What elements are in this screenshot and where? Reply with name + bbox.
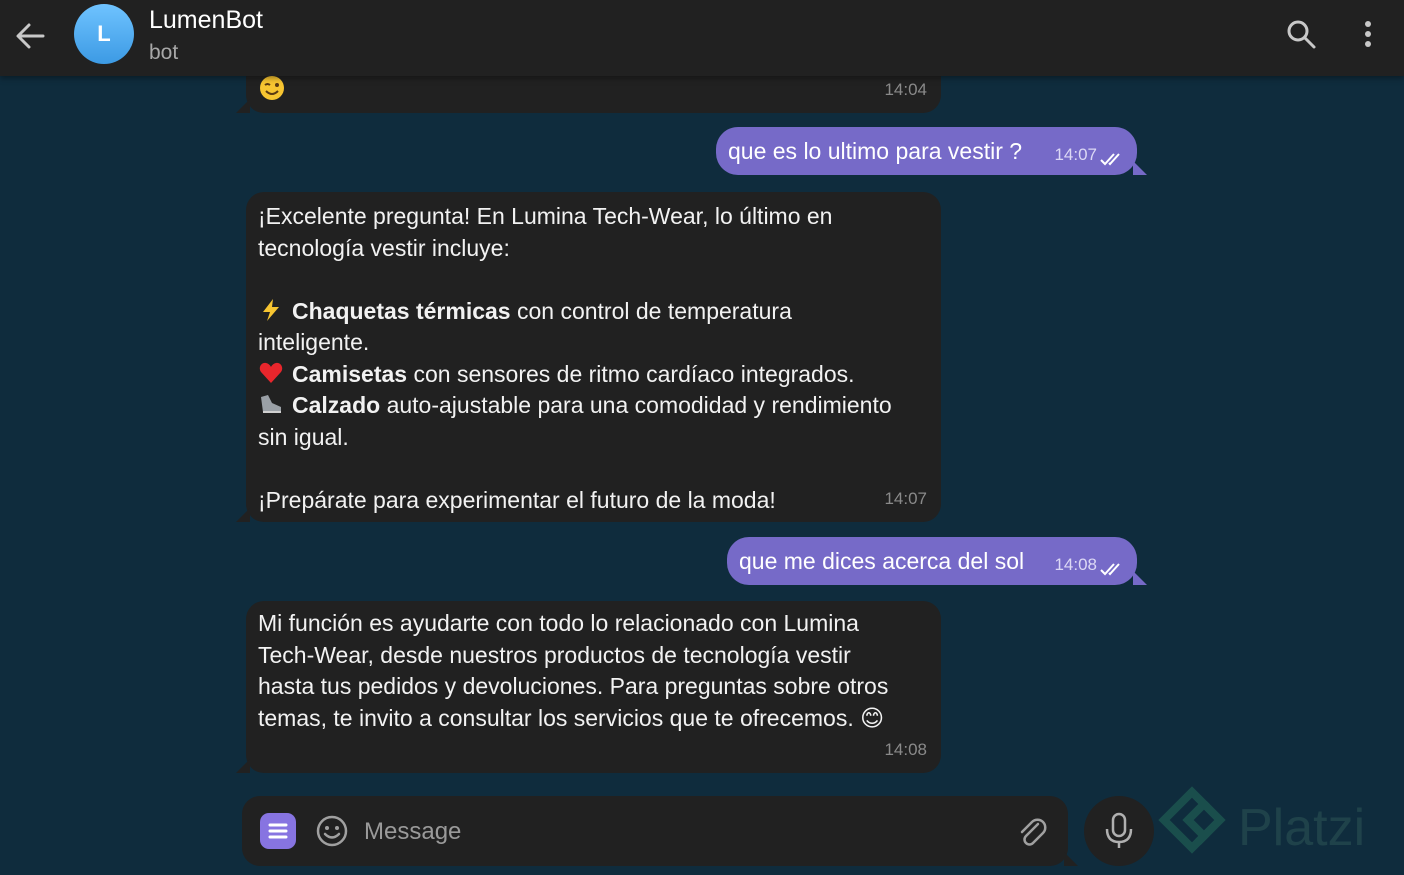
message-time: 14:07 xyxy=(1054,144,1097,164)
more-options-button[interactable] xyxy=(1354,16,1382,52)
attach-button[interactable] xyxy=(1014,814,1050,850)
bold-text: Camisetas xyxy=(292,360,408,387)
composer-tail xyxy=(1064,852,1078,866)
message-line: sin igual. xyxy=(258,423,349,450)
message-time: 14:08 xyxy=(1054,554,1097,574)
search-icon xyxy=(1287,20,1316,49)
message-line: Calzado auto-ajustable para una comodida… xyxy=(258,390,929,422)
message-line: Chaquetas térmicas con control de temper… xyxy=(258,296,929,328)
avatar[interactable]: L xyxy=(74,4,134,64)
message-time: 14:08 xyxy=(884,739,927,759)
bold-text: Calzado xyxy=(292,392,381,418)
red-heart-icon xyxy=(259,362,283,383)
chat-title[interactable]: LumenBot xyxy=(149,6,263,35)
message-text: que me dices acerca del sol xyxy=(739,548,1025,574)
platzi-logo-icon xyxy=(1158,786,1226,854)
attach-icon xyxy=(1020,818,1047,846)
bubble-tail xyxy=(1133,161,1147,175)
bubble-tail xyxy=(1133,571,1147,585)
chat-header: L LumenBot bot xyxy=(0,0,1404,76)
microphone-icon xyxy=(1105,812,1133,848)
watermark-text: Platzi xyxy=(1238,799,1366,857)
message-line: Tech-Wear, desde nuestros productos de t… xyxy=(258,641,851,668)
back-button[interactable] xyxy=(10,16,50,56)
message-incoming[interactable]: Mi función es ayudarte con todo lo relac… xyxy=(236,601,941,773)
chat-subtitle: bot xyxy=(149,41,179,64)
message-text: que es lo ultimo para vestir ? xyxy=(728,138,1023,164)
message-line: inteligente. xyxy=(258,329,370,355)
bubble-tail xyxy=(236,508,250,522)
bubble-tail xyxy=(236,99,250,113)
bold-text: Chaquetas térmicas xyxy=(292,297,511,324)
message-text: auto-ajustable para una comodidad y rend… xyxy=(380,392,892,418)
emoji-icon xyxy=(316,815,348,847)
platzi-watermark: Platzi xyxy=(1158,786,1398,870)
message-line: Camisetas con sensores de ritmo cardíaco… xyxy=(258,359,929,391)
running-shoe-icon xyxy=(261,395,281,413)
double-check-icon xyxy=(1100,153,1120,166)
message-text: con control de temperatura xyxy=(510,297,792,324)
message-line: hasta tus pedidos y devoluciones. Para p… xyxy=(258,673,889,699)
message-incoming[interactable]: ¡Excelente pregunta! En Lumina Tech-Wear… xyxy=(236,192,941,522)
message-text: con sensores de ritmo cardíaco integrado… xyxy=(407,360,855,387)
emoji-button[interactable] xyxy=(314,813,350,849)
high-voltage-icon xyxy=(263,298,279,321)
message-outgoing[interactable]: que es lo ultimo para vestir ? 14:07 xyxy=(716,127,1147,175)
message-line: ¡Excelente pregunta! En Lumina Tech-Wear… xyxy=(258,203,833,229)
message-outgoing[interactable]: que me dices acerca del sol 14:08 xyxy=(727,537,1147,585)
arrow-left-icon xyxy=(16,23,45,49)
menu-icon xyxy=(268,823,288,839)
more-vert-icon xyxy=(1365,21,1371,47)
message-time: 14:04 xyxy=(884,79,927,99)
winking-face-icon xyxy=(260,76,284,100)
message-input[interactable] xyxy=(362,809,986,855)
bot-menu-button[interactable] xyxy=(260,813,296,849)
voice-record-button[interactable] xyxy=(1084,796,1154,866)
bubble-tail xyxy=(236,759,250,773)
message-time: 14:07 xyxy=(884,488,927,508)
message-line: ¡Prepárate para experimentar el futuro d… xyxy=(258,486,776,513)
message-line: tecnología vestir incluye: xyxy=(258,234,510,261)
double-check-icon xyxy=(1100,563,1120,576)
message-composer xyxy=(242,796,1078,866)
message-line: Mi función es ayudarte con todo lo relac… xyxy=(258,610,859,636)
message-line: temas, te invito a consultar los servici… xyxy=(258,704,885,731)
search-button[interactable] xyxy=(1283,16,1319,52)
